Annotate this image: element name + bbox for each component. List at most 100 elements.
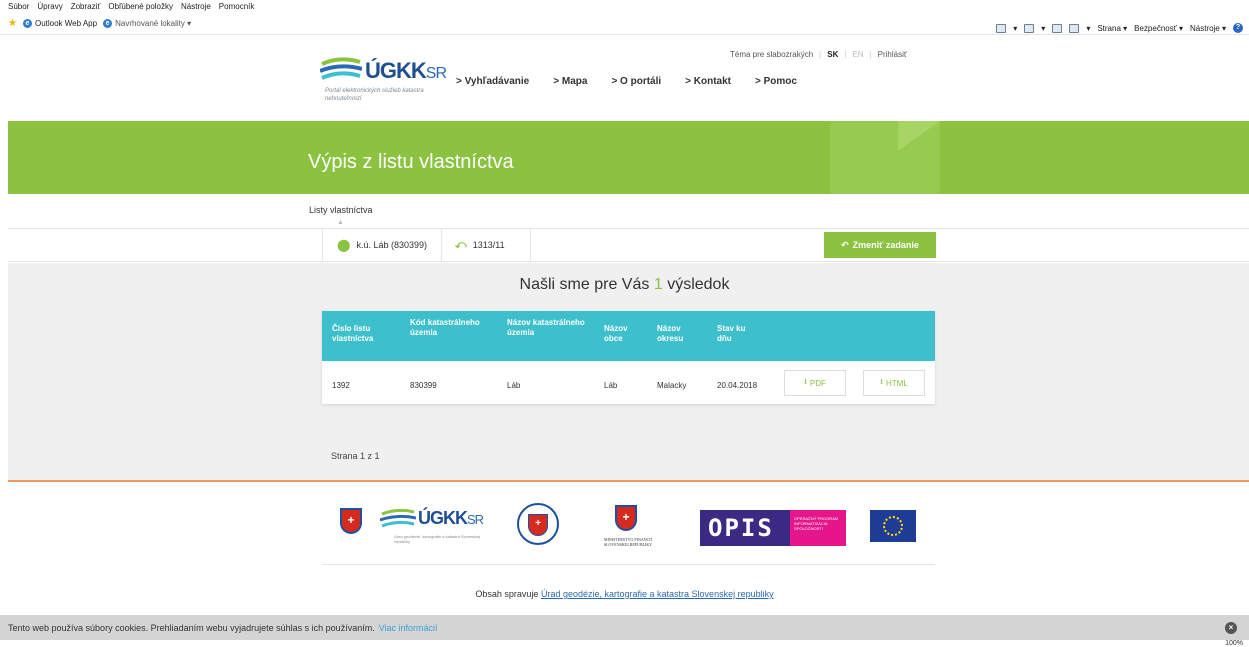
logo-wordmark: ÚGKKSR	[365, 58, 447, 84]
column-header: Číslo listu vlastníctva	[332, 324, 374, 343]
cell-ku-code: 830399	[410, 381, 437, 390]
login-link[interactable]: Prihlásiť	[878, 50, 907, 59]
nav-help[interactable]: > Pomoc	[755, 76, 797, 87]
pagination: Strana 1 z 1	[331, 451, 380, 461]
government-seal-logo[interactable]: +	[517, 503, 559, 545]
footer-logo-subtitle: Úrad geodézie, kartografie a katastra Sl…	[394, 534, 481, 544]
header-top-links: Téma pre slabozrakých | SK | EN | Prihlá…	[730, 50, 907, 59]
home-dropdown-icon[interactable]: ▾	[1013, 24, 1017, 33]
cookie-banner: Tento web používa súbory cookies. Prehli…	[0, 615, 1249, 640]
close-icon[interactable]: ×	[1225, 622, 1237, 634]
separator: |	[869, 50, 872, 59]
column-header: Stav ku dňu	[717, 324, 746, 343]
results-table: Číslo listu vlastníctva Kód katastrálneh…	[322, 311, 935, 404]
command-bar: ▾ ▾ ▾ Strana ▾ Bezpečnosť ▾ Nástroje ▾ ?	[996, 23, 1243, 33]
favorite-suggested-sites[interactable]: e Navrhované lokality ▾	[103, 19, 191, 28]
mail-icon[interactable]	[1052, 23, 1063, 33]
breadcrumb[interactable]: Listy vlastníctva	[309, 205, 373, 215]
results-heading: Našli sme pre Vás 1 výsledok	[0, 276, 1249, 294]
coat-of-arms-icon: +	[528, 514, 548, 536]
download-pdf-button[interactable]: ⭳ PDF	[784, 370, 846, 396]
lang-en-link[interactable]: EN	[852, 50, 863, 59]
favorite-outlook[interactable]: e Outlook Web App	[22, 19, 98, 28]
ugkk-logo-icon	[380, 508, 416, 528]
page-menu[interactable]: Strana ▾	[1097, 24, 1127, 33]
table-header: Číslo listu vlastníctva Kód katastrálneh…	[322, 311, 935, 361]
cell-municipality: Láb	[604, 381, 618, 390]
safety-menu[interactable]: Bezpečnosť ▾	[1134, 24, 1183, 33]
nav-map[interactable]: > Mapa	[553, 76, 587, 87]
browser-menubar: Súbor Úpravy Zobraziť Obľúbené položky N…	[0, 0, 1249, 13]
cell-date: 20.04.2018	[717, 381, 758, 390]
menu-view[interactable]: Zobraziť	[71, 2, 101, 11]
results-suffix: výsledok	[667, 276, 730, 293]
favorite-outlook-label: Outlook Web App	[34, 19, 98, 28]
column-header: Názov katastrálneho územia	[507, 318, 585, 337]
location-pin-icon: ⬤	[337, 238, 351, 252]
site-logo[interactable]: ÚGKKSR Portál elektronických služieb kat…	[320, 52, 450, 118]
main-navigation: > Vyhľadávanie > Mapa > O portáli > Kont…	[456, 76, 797, 87]
footer-ugkk-logo[interactable]: ÚGKKSR Úrad geodézie, kartografie a kata…	[380, 506, 490, 546]
nav-contact[interactable]: > Kontakt	[685, 76, 731, 87]
tools-menu[interactable]: Nástroje ▾	[1190, 24, 1226, 33]
cookie-more-link[interactable]: Viac informácií	[379, 623, 438, 633]
column-header: Názov okresu	[657, 324, 684, 343]
nav-about[interactable]: > O portáli	[611, 76, 661, 87]
menu-edit[interactable]: Úpravy	[37, 2, 62, 11]
cadastral-area-value: k.ú. Láb (830399)	[356, 240, 427, 250]
ie-page-icon: e	[103, 19, 113, 28]
separator: |	[819, 50, 822, 59]
change-query-button[interactable]: ↶ Zmeniť zadanie	[824, 232, 936, 258]
zoom-level[interactable]: 100%	[1225, 640, 1243, 647]
favorites-star-icon[interactable]: ★	[8, 18, 17, 29]
divider	[530, 228, 531, 262]
print-dropdown-icon[interactable]: ▾	[1086, 24, 1090, 33]
content-managed-by: Obsah spravuje Úrad geodézie, kartografi…	[0, 589, 1249, 599]
footer-logo-wordmark: ÚGKKSR	[418, 508, 484, 529]
download-icon: ⭳	[804, 377, 807, 386]
ie-page-icon: e	[22, 19, 32, 28]
opis-wordmark: OPIS	[708, 514, 774, 542]
footer-logo-name: ÚGKK	[418, 508, 468, 528]
parcel-value: 1313/11	[472, 240, 505, 250]
parcel-filter: ⤺ 1313/11	[455, 228, 505, 262]
footer-logo-suffix: SR	[467, 512, 484, 527]
cookie-text: Tento web používa súbory cookies. Prehli…	[8, 622, 375, 633]
results-prefix: Našli sme pre Vás	[519, 276, 650, 293]
footer-rule	[322, 564, 935, 565]
help-icon[interactable]: ?	[1233, 23, 1243, 33]
ministry-coat-of-arms-icon: +	[615, 505, 637, 531]
ugkk-logo-icon	[320, 57, 362, 80]
logo-suffix: SR	[425, 65, 447, 82]
opis-logo[interactable]: OPIS	[700, 510, 790, 546]
favorite-suggested-label: Navrhované lokality ▾	[115, 19, 192, 28]
ministry-of-finance-logo[interactable]: MINISTERSTVO FINANCIÍ SLOVENSKEJ REPUBLI…	[593, 537, 663, 547]
cell-district: Malacky	[657, 381, 687, 390]
menu-help[interactable]: Pomocník	[219, 2, 255, 11]
page-banner: Výpis z listu vlastníctva	[8, 121, 1249, 194]
feeds-icon[interactable]	[1024, 23, 1035, 33]
managed-by-link[interactable]: Úrad geodézie, kartografie a katastra Sl…	[541, 589, 774, 599]
eu-flag-logo[interactable]	[870, 510, 916, 542]
menu-file[interactable]: Súbor	[8, 2, 29, 11]
cell-lv-number: 1392	[332, 381, 350, 390]
column-header: Názov obce	[604, 324, 628, 343]
cell-ku-name: Láb	[507, 381, 521, 390]
high-contrast-link[interactable]: Téma pre slabozrakých	[730, 50, 813, 59]
home-icon[interactable]	[996, 23, 1007, 33]
divider	[322, 228, 323, 262]
opis-program-text: OPERAČNÝ PROGRAM INFORMATIZÁCIA SPOLOČNO…	[794, 516, 839, 531]
download-icon: ⭳	[880, 377, 884, 386]
undo-icon: ↶	[841, 239, 849, 250]
slovak-coat-of-arms-icon: +	[340, 508, 362, 534]
logo-subtitle: Portál elektronických služieb katastra n…	[325, 88, 424, 102]
nav-search[interactable]: > Vyhľadávanie	[456, 76, 529, 87]
print-icon[interactable]	[1069, 23, 1080, 33]
logo-name: ÚGKK	[365, 58, 427, 83]
download-html-button[interactable]: ⭳ HTML	[863, 370, 925, 396]
menu-tools[interactable]: Nástroje	[181, 2, 211, 11]
page-title: Výpis z listu vlastníctva	[308, 151, 514, 173]
menu-favorites[interactable]: Obľúbené položky	[108, 2, 173, 11]
feeds-dropdown-icon[interactable]: ▾	[1041, 24, 1045, 33]
lang-sk-link[interactable]: SK	[827, 50, 838, 59]
